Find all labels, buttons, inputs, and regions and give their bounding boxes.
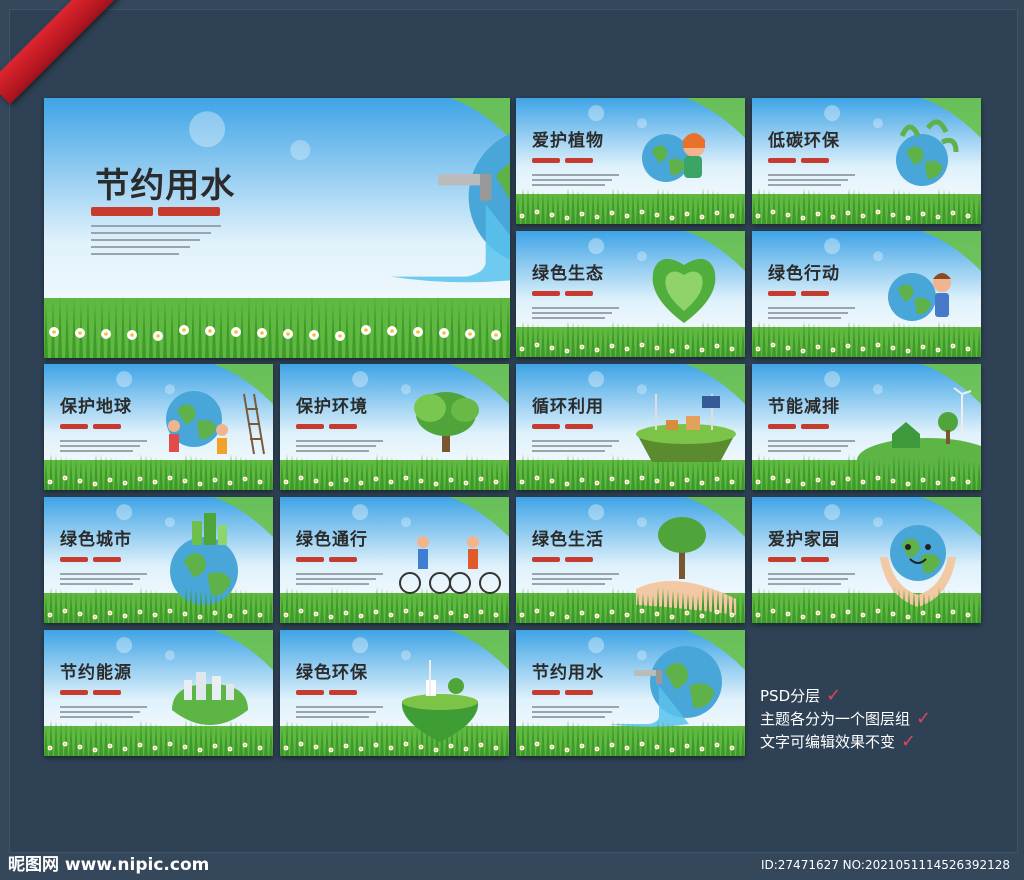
poster-card[interactable]: 绿色城市 (44, 497, 273, 623)
poster-subtitle-bars (296, 557, 358, 563)
poster-card[interactable]: 绿色环保 (280, 630, 509, 756)
check-icon: ✓ (826, 685, 842, 706)
check-icon: ✓ (901, 731, 917, 752)
poster-title: 循环利用 (532, 396, 605, 417)
poster-title: 绿色城市 (60, 529, 133, 550)
poster-body-text-lines (532, 572, 620, 588)
poster-title: 爱护植物 (532, 130, 605, 151)
poster-card[interactable]: 保护环境 (280, 364, 509, 490)
poster-body-text-lines (768, 439, 856, 455)
poster-body-text-lines (768, 572, 856, 588)
poster-card[interactable]: 节约能源 (44, 630, 273, 756)
poster-title: 绿色环保 (296, 662, 369, 683)
poster-body-text-lines (532, 439, 620, 455)
poster-title: 节约能源 (60, 662, 133, 683)
poster-subtitle-bars (532, 158, 594, 164)
poster-body-text-lines (768, 306, 856, 322)
poster-body-text-lines (532, 306, 620, 322)
poster-subtitle-bars (768, 424, 830, 430)
poster-card[interactable]: 节约用水 (516, 630, 745, 756)
poster-subtitle-bars (768, 158, 830, 164)
poster-title: 绿色行动 (768, 263, 841, 284)
poster-title: 绿色通行 (296, 529, 369, 550)
poster-card[interactable]: 绿色通行 (280, 497, 509, 623)
poster-title: 绿色生态 (532, 263, 605, 284)
poster-body-text-lines (296, 439, 384, 455)
poster-card[interactable]: 节约用水 (44, 98, 510, 358)
poster-title: 低碳环保 (768, 130, 841, 151)
site-logo[interactable]: 昵图网 www.nipic.com (8, 852, 209, 878)
poster-card[interactable]: 循环利用 (516, 364, 745, 490)
poster-body-text-lines (60, 439, 148, 455)
poster-title: 节能减排 (768, 396, 841, 417)
poster-body-text-lines (60, 705, 148, 721)
poster-title: 绿色生活 (532, 529, 605, 550)
poster-card[interactable]: 绿色行动 (752, 231, 981, 357)
poster-title: 爱护家园 (768, 529, 841, 550)
poster-card[interactable]: 爱护家园 (752, 497, 981, 623)
poster-body-text-lines (60, 572, 148, 588)
poster-subtitle-bars (532, 424, 594, 430)
poster-subtitle-bars (60, 690, 122, 696)
check-icon: ✓ (916, 708, 932, 729)
poster-body-text-lines (296, 705, 384, 721)
poster-card[interactable]: 低碳环保 (752, 98, 981, 224)
poster-body-text-lines (532, 705, 620, 721)
poster-card[interactable]: 绿色生活 (516, 497, 745, 623)
feature-list: PSD分层 ✓ 主题各分为一个图层组 ✓ 文字可编辑效果不变 ✓ (760, 684, 931, 753)
poster-subtitle-bars (532, 557, 594, 563)
feature-item: 主题各分为一个图层组 ✓ (760, 708, 932, 729)
poster-subtitle-bars (60, 424, 122, 430)
poster-body-text-lines (768, 173, 856, 189)
preview-stage: 节约用水 爱护植物 低碳环保 绿色生态 绿色行动 保护地球 保护环境 循环利用 … (0, 0, 1024, 880)
poster-body-text-lines (296, 572, 384, 588)
poster-title: 节约用水 (95, 165, 236, 206)
poster-subtitle-bars (60, 557, 122, 563)
poster-subtitle-bars (296, 424, 358, 430)
poster-subtitle-bars (768, 557, 830, 563)
poster-card[interactable]: 节能减排 (752, 364, 981, 490)
poster-subtitle-bars (296, 690, 358, 696)
poster-title: 保护地球 (60, 396, 133, 417)
poster-card[interactable]: 绿色生态 (516, 231, 745, 357)
poster-card[interactable]: 保护地球 (44, 364, 273, 490)
feature-item: 文字可编辑效果不变 ✓ (760, 731, 917, 752)
image-id-text: ID:27471627 NO:20210511145263921​28 (760, 858, 1010, 872)
poster-subtitle-bars (768, 291, 830, 297)
poster-title: 节约用水 (532, 662, 605, 683)
poster-subtitle-bars (532, 291, 594, 297)
poster-card[interactable]: 爱护植物 (516, 98, 745, 224)
poster-body-text-lines (532, 173, 620, 189)
poster-body-text-lines (90, 225, 222, 260)
poster-subtitle-bars (532, 690, 594, 696)
poster-subtitle-bars (90, 207, 220, 217)
feature-item: PSD分层 ✓ (760, 685, 842, 706)
poster-title: 保护环境 (296, 396, 369, 417)
